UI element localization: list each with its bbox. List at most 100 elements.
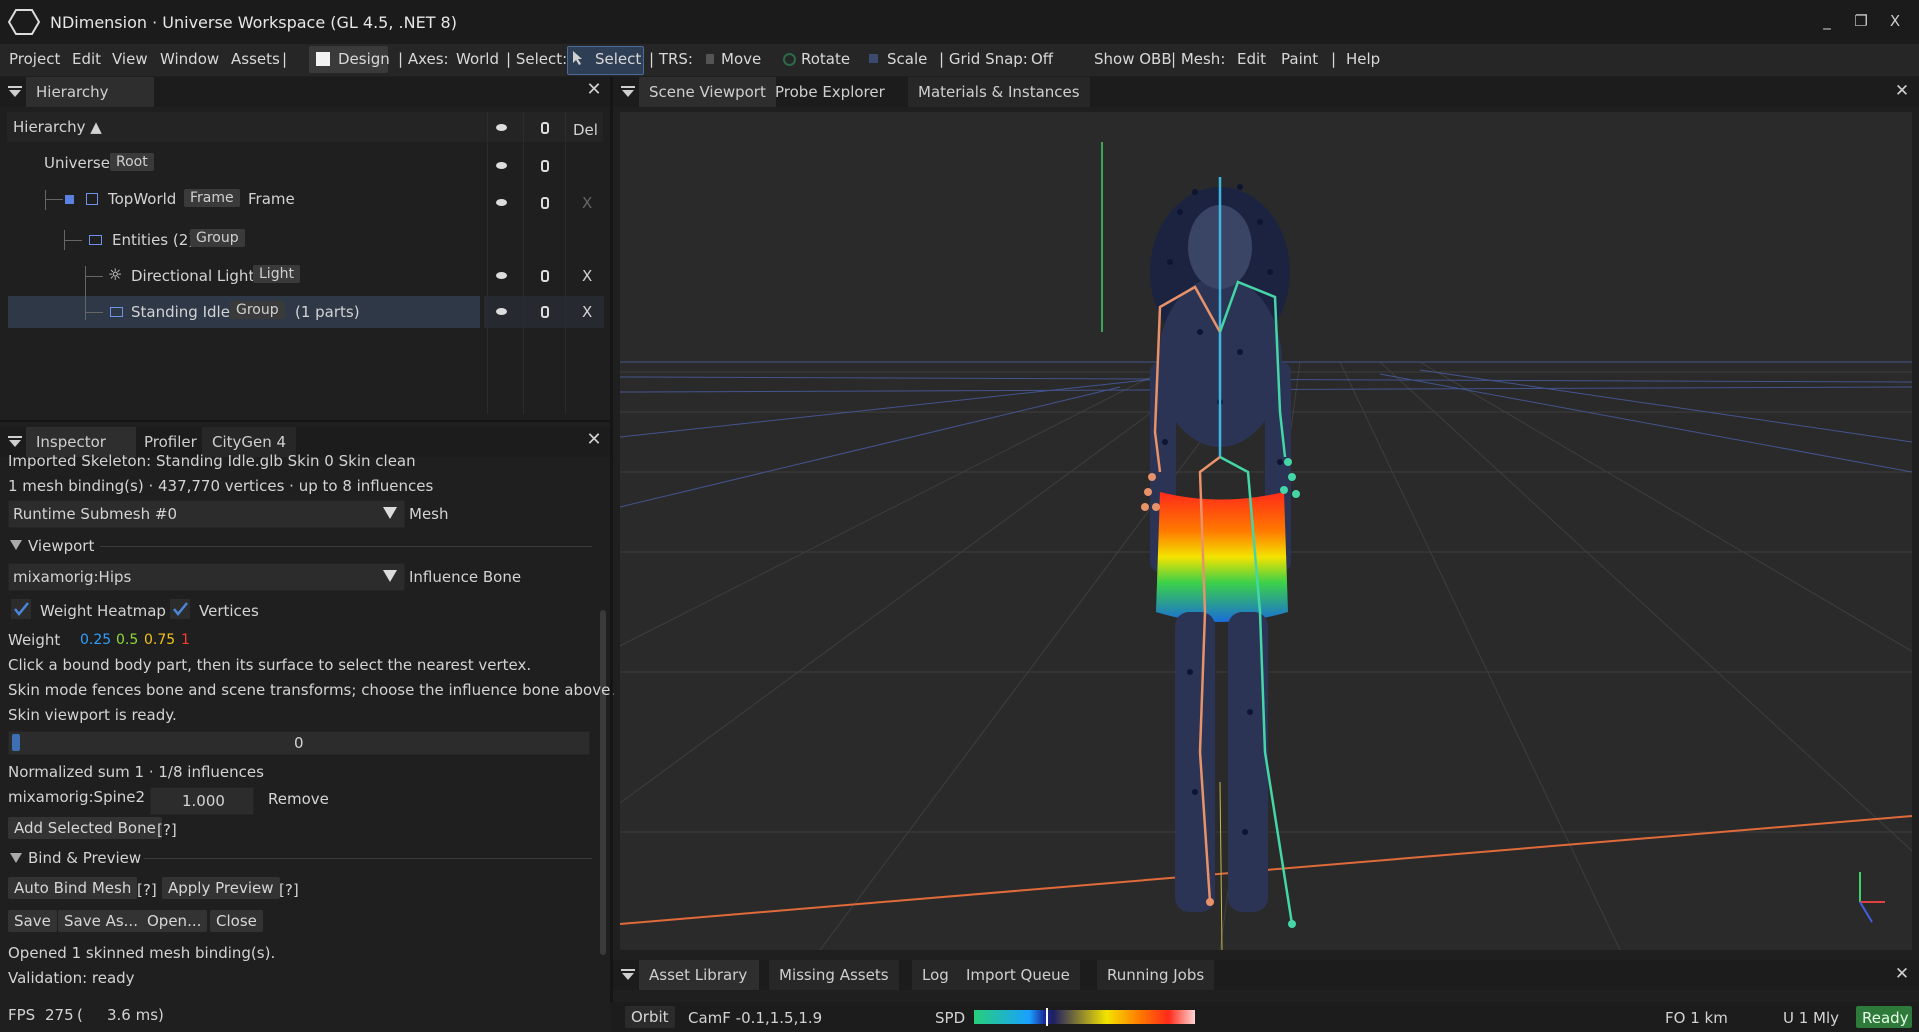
close-bottom-panel-icon[interactable]: ✕	[1893, 965, 1911, 983]
auto-bind-mesh-button[interactable]: Auto Bind Mesh	[8, 877, 138, 899]
fps-paren: (	[77, 1006, 83, 1024]
delete-row-button[interactable]: X	[582, 194, 592, 212]
menu-project[interactable]: Project	[9, 50, 60, 68]
visibility-eye-icon[interactable]	[496, 124, 507, 131]
mesh-edit-button[interactable]: Edit	[1237, 50, 1266, 68]
far-clip-readout: FO 1 km	[1665, 1009, 1728, 1027]
paint-button[interactable]: Paint	[1281, 50, 1318, 68]
select-tool-label: Select	[595, 50, 642, 68]
speed-slider-handle[interactable]	[1046, 1008, 1048, 1026]
visibility-eye-icon[interactable]	[496, 199, 507, 206]
tab-hierarchy[interactable]: Hierarchy	[26, 77, 154, 107]
section-divider	[100, 546, 592, 547]
lock-icon[interactable]	[541, 160, 549, 172]
delete-row-button[interactable]: X	[582, 267, 592, 285]
menu-window[interactable]: Window	[160, 50, 219, 68]
frame-time: 3.6 ms)	[107, 1006, 164, 1024]
lock-icon[interactable]	[541, 122, 549, 134]
speed-label: SPD	[935, 1009, 966, 1027]
hierarchy-row-directional-light[interactable]: Directional Light	[131, 267, 254, 285]
close-binding-button[interactable]: Close	[210, 910, 263, 932]
show-obb-toggle[interactable]: Show OBB	[1094, 50, 1172, 68]
orbit-mode-button[interactable]: Orbit	[625, 1006, 675, 1028]
hierarchy-row-standing-idle[interactable]: Standing Idle	[131, 303, 230, 321]
close-window-button[interactable]: X	[1882, 8, 1908, 34]
lock-icon[interactable]	[541, 306, 549, 318]
close-hierarchy-icon[interactable]: ✕	[584, 80, 604, 100]
menu-help[interactable]: Help	[1346, 50, 1380, 68]
inspector-scrollbar[interactable]	[600, 610, 606, 955]
scene-viewport[interactable]	[620, 112, 1912, 950]
hierarchy-row-universe[interactable]: Universe	[44, 154, 110, 172]
fps-label: FPS	[8, 1006, 36, 1024]
scene-render[interactable]	[620, 112, 1912, 950]
panel-menu-icon[interactable]	[621, 86, 635, 98]
save-button[interactable]: Save	[8, 910, 57, 932]
scale-tool[interactable]: Scale	[887, 50, 927, 68]
menu-assets[interactable]: Assets	[231, 50, 280, 68]
visibility-eye-icon[interactable]	[496, 308, 507, 315]
menu-view[interactable]: View	[112, 50, 148, 68]
parts-count: (1 parts)	[295, 303, 360, 321]
speed-slider[interactable]	[974, 1010, 1195, 1024]
panel-menu-icon[interactable]	[8, 436, 22, 448]
bind-preview-section-title[interactable]: Bind & Preview	[28, 849, 141, 867]
lock-icon[interactable]	[541, 197, 549, 209]
menu-edit[interactable]: Edit	[72, 50, 101, 68]
close-viewport-icon[interactable]: ✕	[1893, 82, 1911, 100]
column-divider	[565, 112, 566, 414]
folder-icon	[89, 235, 102, 245]
remove-influence-button[interactable]: Remove	[262, 788, 335, 810]
collapse-arrow-icon[interactable]	[10, 540, 22, 550]
help-tooltip-button[interactable]: [?]	[137, 881, 157, 899]
help-tooltip-button[interactable]: [?]	[279, 881, 299, 899]
design-checkbox-icon	[316, 52, 330, 66]
help-tooltip-button[interactable]: [?]	[157, 821, 177, 839]
tab-materials-instances[interactable]: Materials & Instances	[908, 77, 1090, 107]
open-button[interactable]: Open...	[141, 910, 208, 932]
influence-weight-value: 1.000	[182, 792, 225, 810]
tab-asset-library[interactable]: Asset Library	[639, 960, 759, 990]
submesh-label: Mesh	[409, 505, 449, 523]
tab-running-jobs[interactable]: Running Jobs	[1097, 960, 1215, 990]
visibility-eye-icon[interactable]	[496, 162, 507, 169]
hierarchy-row-entities[interactable]: Entities (2)	[112, 231, 194, 249]
collapse-arrow-icon[interactable]	[10, 853, 22, 863]
influence-bone-label: Influence Bone	[409, 568, 522, 586]
viewport-section-title[interactable]: Viewport	[28, 537, 94, 555]
delete-row-button[interactable]: X	[582, 303, 592, 321]
vertical-splitter[interactable]	[610, 77, 613, 1002]
tab-scene-viewport[interactable]: Scene Viewport	[639, 77, 776, 107]
rotate-tool[interactable]: Rotate	[801, 50, 850, 68]
lock-icon[interactable]	[541, 270, 549, 282]
folder-icon	[110, 307, 123, 317]
slider-handle[interactable]	[12, 734, 20, 751]
add-selected-bone-button[interactable]: Add Selected Bone	[8, 817, 162, 839]
tab-probe-explorer[interactable]: Probe Explorer	[765, 77, 895, 107]
save-as-button[interactable]: Save As...	[58, 910, 144, 932]
help-separator: |	[1331, 50, 1337, 68]
minimize-button[interactable]: _	[1814, 8, 1840, 34]
restore-button[interactable]: ❐	[1848, 8, 1874, 34]
tab-log[interactable]: Log	[912, 960, 959, 990]
panel-splitter[interactable]	[0, 420, 610, 422]
weight-heatmap-label: Weight Heatmap	[40, 602, 166, 620]
axes-world-toggle[interactable]: World	[456, 50, 499, 68]
hierarchy-sort-header[interactable]: Hierarchy ▲	[13, 118, 102, 136]
tree-line	[85, 312, 103, 313]
tab-import-queue[interactable]: Import Queue	[956, 960, 1080, 990]
column-divider	[487, 112, 488, 414]
move-tool[interactable]: Move	[721, 50, 761, 68]
hierarchy-row-topworld[interactable]: TopWorld	[108, 190, 176, 208]
expand-square-icon[interactable]	[65, 195, 74, 204]
close-inspector-icon[interactable]: ✕	[584, 430, 604, 450]
panel-menu-icon[interactable]	[8, 86, 22, 98]
visibility-eye-icon[interactable]	[496, 272, 507, 279]
tree-line	[85, 276, 103, 277]
type-chip: Light	[253, 265, 300, 283]
tab-missing-assets[interactable]: Missing Assets	[769, 960, 899, 990]
section-divider	[144, 858, 592, 859]
grid-snap-toggle[interactable]: Off	[1031, 50, 1053, 68]
panel-menu-icon[interactable]	[621, 969, 635, 981]
apply-preview-button[interactable]: Apply Preview	[162, 877, 280, 899]
